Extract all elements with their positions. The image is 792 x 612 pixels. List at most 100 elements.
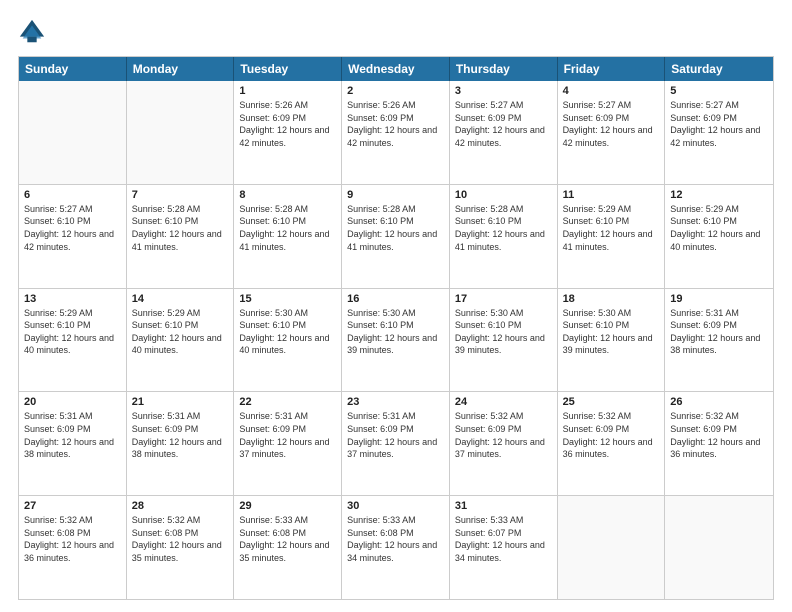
day-number: 10: [455, 189, 552, 201]
cal-cell-24: 24Sunrise: 5:32 AM Sunset: 6:09 PM Dayli…: [450, 392, 558, 495]
cal-cell-6: 6 Sunrise: 5:27 AM Sunset: 6:10 PM Daylig…: [19, 185, 127, 288]
week-2: 6 Sunrise: 5:27 AM Sunset: 6:10 PM Daylig…: [19, 184, 773, 288]
cal-cell-22: 22 Sunrise: 5:31 AM Sunset: 6:09 PM Dayli…: [234, 392, 342, 495]
cell-info: Sunrise: 5:32 AM Sunset: 6:09 PM Dayligh…: [563, 410, 660, 460]
day-number: 25: [563, 396, 660, 408]
cell-info: Sunrise: 5:33 AM Sunset: 6:07 PM Dayligh…: [455, 514, 552, 564]
cal-cell-31: 31 Sunrise: 5:33 AM Sunset: 6:07 PM Dayli…: [450, 496, 558, 599]
cell-info: Sunrise: 5:26 AM Sunset: 6:09 PM Dayligh…: [347, 99, 444, 149]
cal-cell-2: 2 Sunrise: 5:26 AM Sunset: 6:09 PM Daylig…: [342, 81, 450, 184]
cal-cell-15: 15Sunrise: 5:30 AM Sunset: 6:10 PM Dayli…: [234, 289, 342, 392]
cal-cell-29: 29 Sunrise: 5:33 AM Sunset: 6:08 PM Dayli…: [234, 496, 342, 599]
day-number: 6: [24, 189, 121, 201]
cell-info: Sunrise: 5:27 AM Sunset: 6:09 PM Dayligh…: [455, 99, 552, 149]
day-number: 29: [239, 500, 336, 512]
cell-info: Sunrise: 5:27 AM Sunset: 6:09 PM Dayligh…: [670, 99, 768, 149]
cal-cell-5: 5 Sunrise: 5:27 AM Sunset: 6:09 PM Daylig…: [665, 81, 773, 184]
header: [18, 18, 774, 46]
cal-cell-9: 9 Sunrise: 5:28 AM Sunset: 6:10 PM Daylig…: [342, 185, 450, 288]
page: SundayMondayTuesdayWednesdayThursdayFrid…: [0, 0, 792, 612]
cal-cell-empty-0-0: [19, 81, 127, 184]
day-number: 2: [347, 85, 444, 97]
day-number: 13: [24, 293, 121, 305]
cell-info: Sunrise: 5:28 AM Sunset: 6:10 PM Dayligh…: [132, 203, 229, 253]
header-day-saturday: Saturday: [665, 57, 773, 81]
day-number: 9: [347, 189, 444, 201]
day-number: 30: [347, 500, 444, 512]
cell-info: Sunrise: 5:28 AM Sunset: 6:10 PM Dayligh…: [347, 203, 444, 253]
day-number: 23: [347, 396, 444, 408]
cell-info: Sunrise: 5:30 AM Sunset: 6:10 PM Dayligh…: [455, 307, 552, 357]
calendar-body: 1Sunrise: 5:26 AM Sunset: 6:09 PM Daylig…: [19, 81, 773, 599]
cal-cell-27: 27 Sunrise: 5:32 AM Sunset: 6:08 PM Dayli…: [19, 496, 127, 599]
cell-info: Sunrise: 5:27 AM Sunset: 6:10 PM Dayligh…: [24, 203, 121, 253]
cal-cell-8: 8Sunrise: 5:28 AM Sunset: 6:10 PM Daylig…: [234, 185, 342, 288]
cal-cell-13: 13 Sunrise: 5:29 AM Sunset: 6:10 PM Dayli…: [19, 289, 127, 392]
cell-info: Sunrise: 5:29 AM Sunset: 6:10 PM Dayligh…: [563, 203, 660, 253]
cell-info: Sunrise: 5:33 AM Sunset: 6:08 PM Dayligh…: [347, 514, 444, 564]
day-number: 4: [563, 85, 660, 97]
cal-cell-14: 14Sunrise: 5:29 AM Sunset: 6:10 PM Dayli…: [127, 289, 235, 392]
cal-cell-25: 25 Sunrise: 5:32 AM Sunset: 6:09 PM Dayli…: [558, 392, 666, 495]
cell-info: Sunrise: 5:32 AM Sunset: 6:08 PM Dayligh…: [132, 514, 229, 564]
cal-cell-20: 20 Sunrise: 5:31 AM Sunset: 6:09 PM Dayli…: [19, 392, 127, 495]
header-day-thursday: Thursday: [450, 57, 558, 81]
calendar: SundayMondayTuesdayWednesdayThursdayFrid…: [18, 56, 774, 600]
cell-info: Sunrise: 5:31 AM Sunset: 6:09 PM Dayligh…: [132, 410, 229, 460]
cell-info: Sunrise: 5:28 AM Sunset: 6:10 PM Dayligh…: [455, 203, 552, 253]
cal-cell-30: 30 Sunrise: 5:33 AM Sunset: 6:08 PM Dayli…: [342, 496, 450, 599]
day-number: 31: [455, 500, 552, 512]
header-day-wednesday: Wednesday: [342, 57, 450, 81]
header-day-monday: Monday: [127, 57, 235, 81]
day-number: 16: [347, 293, 444, 305]
cell-info: Sunrise: 5:31 AM Sunset: 6:09 PM Dayligh…: [347, 410, 444, 460]
header-day-friday: Friday: [558, 57, 666, 81]
week-5: 27 Sunrise: 5:32 AM Sunset: 6:08 PM Dayli…: [19, 495, 773, 599]
cal-cell-1: 1Sunrise: 5:26 AM Sunset: 6:09 PM Daylig…: [234, 81, 342, 184]
day-number: 27: [24, 500, 121, 512]
cal-cell-empty-0-1: [127, 81, 235, 184]
day-number: 3: [455, 85, 552, 97]
day-number: 18: [563, 293, 660, 305]
cal-cell-7: 7 Sunrise: 5:28 AM Sunset: 6:10 PM Daylig…: [127, 185, 235, 288]
day-number: 7: [132, 189, 229, 201]
day-number: 28: [132, 500, 229, 512]
cal-cell-4: 4 Sunrise: 5:27 AM Sunset: 6:09 PM Daylig…: [558, 81, 666, 184]
cell-info: Sunrise: 5:32 AM Sunset: 6:09 PM Dayligh…: [670, 410, 768, 460]
day-number: 12: [670, 189, 768, 201]
cell-info: Sunrise: 5:29 AM Sunset: 6:10 PM Dayligh…: [24, 307, 121, 357]
cell-info: Sunrise: 5:30 AM Sunset: 6:10 PM Dayligh…: [563, 307, 660, 357]
cell-info: Sunrise: 5:33 AM Sunset: 6:08 PM Dayligh…: [239, 514, 336, 564]
cell-info: Sunrise: 5:31 AM Sunset: 6:09 PM Dayligh…: [239, 410, 336, 460]
cal-cell-17: 17 Sunrise: 5:30 AM Sunset: 6:10 PM Dayli…: [450, 289, 558, 392]
cell-info: Sunrise: 5:31 AM Sunset: 6:09 PM Dayligh…: [24, 410, 121, 460]
cal-cell-11: 11 Sunrise: 5:29 AM Sunset: 6:10 PM Dayli…: [558, 185, 666, 288]
day-number: 5: [670, 85, 768, 97]
cell-info: Sunrise: 5:29 AM Sunset: 6:10 PM Dayligh…: [670, 203, 768, 253]
cell-info: Sunrise: 5:32 AM Sunset: 6:09 PM Dayligh…: [455, 410, 552, 460]
cal-cell-16: 16 Sunrise: 5:30 AM Sunset: 6:10 PM Dayli…: [342, 289, 450, 392]
cell-info: Sunrise: 5:27 AM Sunset: 6:09 PM Dayligh…: [563, 99, 660, 149]
cal-cell-10: 10 Sunrise: 5:28 AM Sunset: 6:10 PM Dayli…: [450, 185, 558, 288]
day-number: 11: [563, 189, 660, 201]
day-number: 14: [132, 293, 229, 305]
logo-icon: [18, 18, 46, 46]
cell-info: Sunrise: 5:28 AM Sunset: 6:10 PM Dayligh…: [239, 203, 336, 253]
day-number: 17: [455, 293, 552, 305]
logo: [18, 18, 52, 46]
cal-cell-empty-4-6: [665, 496, 773, 599]
day-number: 26: [670, 396, 768, 408]
day-number: 15: [239, 293, 336, 305]
cal-cell-26: 26 Sunrise: 5:32 AM Sunset: 6:09 PM Dayli…: [665, 392, 773, 495]
week-1: 1Sunrise: 5:26 AM Sunset: 6:09 PM Daylig…: [19, 81, 773, 184]
cal-cell-21: 21Sunrise: 5:31 AM Sunset: 6:09 PM Dayli…: [127, 392, 235, 495]
cell-info: Sunrise: 5:30 AM Sunset: 6:10 PM Dayligh…: [347, 307, 444, 357]
cell-info: Sunrise: 5:32 AM Sunset: 6:08 PM Dayligh…: [24, 514, 121, 564]
cell-info: Sunrise: 5:26 AM Sunset: 6:09 PM Dayligh…: [239, 99, 336, 149]
cell-info: Sunrise: 5:31 AM Sunset: 6:09 PM Dayligh…: [670, 307, 768, 357]
day-number: 20: [24, 396, 121, 408]
day-number: 19: [670, 293, 768, 305]
day-number: 22: [239, 396, 336, 408]
calendar-header: SundayMondayTuesdayWednesdayThursdayFrid…: [19, 57, 773, 81]
cal-cell-12: 12 Sunrise: 5:29 AM Sunset: 6:10 PM Dayli…: [665, 185, 773, 288]
